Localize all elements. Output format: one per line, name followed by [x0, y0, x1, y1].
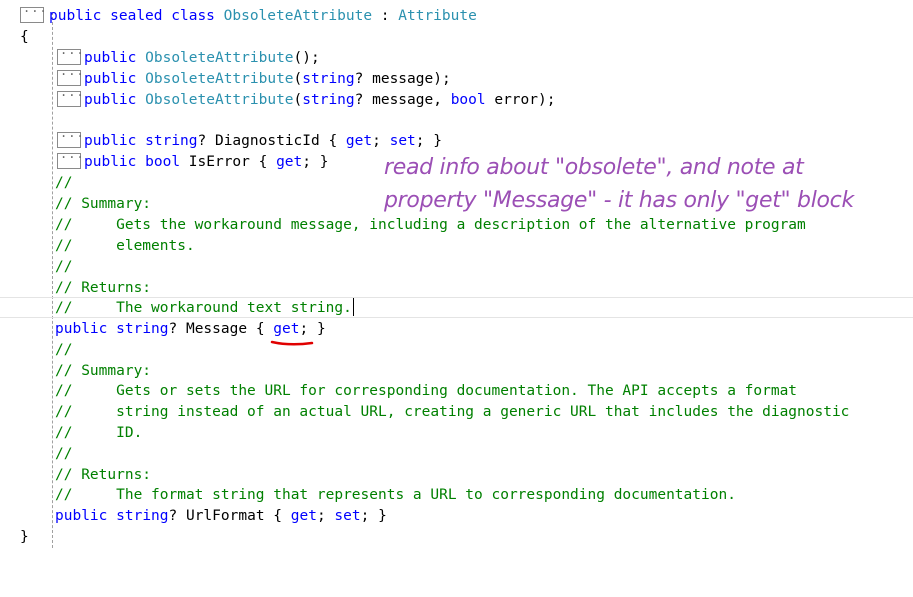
keyword: class: [171, 8, 215, 24]
property-line-iserror[interactable]: public bool IsError { get; }: [84, 152, 328, 173]
constructor-line[interactable]: public ObsoleteAttribute(string? message…: [84, 90, 555, 111]
keyword: string: [116, 508, 169, 524]
red-underline-mark: [270, 340, 314, 346]
keyword: string: [302, 71, 355, 87]
comment-line[interactable]: // Gets or sets the URL for correspondin…: [55, 381, 797, 402]
property-line-diagnosticid[interactable]: public string? DiagnosticId { get; set; …: [84, 131, 442, 152]
property-line-message[interactable]: public string? Message { get; }: [55, 319, 326, 340]
constructor-name: ObsoleteAttribute: [145, 50, 294, 66]
collapse-region-button[interactable]: ...: [57, 85, 84, 107]
keyword: public: [55, 508, 108, 524]
keyword: string: [302, 92, 355, 108]
keyword: public: [84, 50, 137, 66]
keyword: bool: [145, 154, 181, 170]
class-declaration-line[interactable]: public sealed class ObsoleteAttribute : …: [49, 6, 477, 27]
comment-line[interactable]: //: [55, 444, 72, 465]
punctuation: ; }: [299, 321, 326, 337]
parameter-text: ? message,: [354, 92, 451, 108]
comment-line[interactable]: // The format string that represents a U…: [55, 485, 736, 506]
constructor-name: ObsoleteAttribute: [145, 92, 294, 108]
property-line-urlformat[interactable]: public string? UrlFormat { get; set; }: [55, 506, 387, 527]
punctuation: ();: [293, 50, 320, 66]
fold-ellipsis: ...: [60, 126, 85, 140]
comment-line[interactable]: // ID.: [55, 423, 142, 444]
keyword: public: [84, 154, 137, 170]
punctuation: ; }: [360, 508, 387, 524]
keyword: sealed: [110, 8, 163, 24]
keyword: set: [389, 133, 416, 149]
close-brace[interactable]: }: [20, 527, 29, 548]
keyword: get: [276, 154, 303, 170]
keyword-get: get: [273, 321, 300, 337]
comment-line[interactable]: //: [55, 340, 72, 361]
fold-ellipsis: ...: [60, 85, 85, 99]
keyword: public: [84, 133, 137, 149]
annotation-note-line-2: property "Message" - it has only "get" b…: [384, 188, 854, 213]
keyword: public: [49, 8, 102, 24]
keyword: string: [145, 133, 198, 149]
open-brace[interactable]: {: [20, 27, 29, 48]
comment-line[interactable]: // Returns:: [55, 465, 151, 486]
comment-line[interactable]: // Returns:: [55, 278, 151, 299]
comment-line[interactable]: // Summary:: [55, 194, 151, 215]
punctuation: (: [293, 92, 303, 108]
collapse-region-button[interactable]: ...: [57, 64, 84, 86]
property-name: ? Message {: [168, 321, 274, 337]
fold-ellipsis: ...: [60, 64, 85, 78]
parameter-text: error);: [485, 92, 556, 108]
comment-line[interactable]: //: [55, 173, 72, 194]
punctuation: ; }: [415, 133, 442, 149]
base-class-name: Attribute: [398, 8, 477, 24]
comment-line[interactable]: // Gets the workaround message, includin…: [55, 215, 806, 236]
punctuation: ;: [316, 508, 335, 524]
comment-line[interactable]: // elements.: [55, 236, 195, 257]
collapse-region-button[interactable]: ...: [57, 126, 84, 148]
constructor-line[interactable]: public ObsoleteAttribute(string? message…: [84, 69, 451, 90]
fold-ellipsis: ...: [23, 1, 48, 15]
annotation-note-line-1: read info about "obsolete", and note at: [384, 155, 804, 180]
keyword: string: [116, 321, 169, 337]
keyword: get: [345, 133, 373, 149]
keyword: public: [84, 92, 137, 108]
comment-line[interactable]: // string instead of an actual URL, crea…: [55, 402, 849, 423]
punctuation: ;: [372, 133, 390, 149]
comment-line[interactable]: // The workaround text string.: [55, 298, 352, 319]
text-caret: [353, 298, 354, 316]
collapse-region-button[interactable]: ...: [57, 147, 84, 169]
keyword: set: [334, 508, 361, 524]
parameter-text: ? message);: [354, 71, 451, 87]
fold-ellipsis: ...: [60, 43, 85, 57]
keyword: bool: [450, 92, 486, 108]
fold-ellipsis: ...: [60, 147, 85, 161]
comment-line[interactable]: //: [55, 257, 72, 278]
property-name: ? DiagnosticId {: [197, 133, 346, 149]
comment-line[interactable]: // Summary:: [55, 361, 151, 382]
property-name: IsError {: [180, 154, 277, 170]
constructor-line[interactable]: public ObsoleteAttribute();: [84, 48, 320, 69]
collapse-region-button[interactable]: ...: [57, 43, 84, 65]
constructor-name: ObsoleteAttribute: [145, 71, 294, 87]
keyword: public: [84, 71, 137, 87]
punctuation: (: [293, 71, 303, 87]
keyword: get: [290, 508, 317, 524]
keyword: public: [55, 321, 108, 337]
punctuation: ; }: [302, 154, 329, 170]
indent-guide: [52, 12, 53, 548]
class-name: ObsoleteAttribute: [223, 8, 373, 24]
collapse-region-button[interactable]: ...: [20, 1, 47, 23]
punctuation: :: [372, 8, 399, 24]
property-name: ? UrlFormat {: [168, 508, 291, 524]
